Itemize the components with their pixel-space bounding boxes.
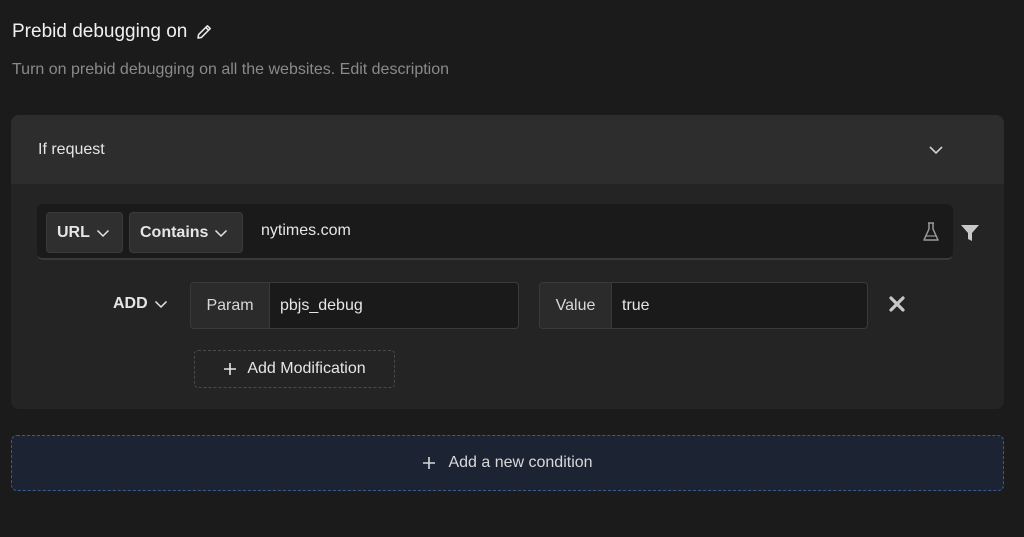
filter-icon[interactable] bbox=[960, 224, 980, 243]
value-input[interactable] bbox=[612, 283, 867, 328]
url-selector[interactable]: URL bbox=[46, 212, 123, 253]
close-icon[interactable] bbox=[887, 294, 907, 314]
url-value-input[interactable]: nytimes.com bbox=[261, 222, 351, 240]
param-input[interactable] bbox=[270, 283, 518, 328]
rule-title-row: Prebid debugging on bbox=[12, 21, 213, 43]
beaker-icon[interactable] bbox=[921, 221, 941, 243]
plus-icon bbox=[224, 363, 237, 375]
value-label: Value bbox=[540, 283, 612, 328]
chevron-down-icon bbox=[215, 229, 228, 237]
add-condition-label: Add a new condition bbox=[448, 454, 593, 471]
action-selector-label: ADD bbox=[113, 295, 148, 312]
modification-row: ADD Param Value bbox=[11, 282, 1004, 330]
chevron-down-icon bbox=[154, 300, 167, 309]
operator-selector-label: Contains bbox=[140, 223, 209, 241]
param-label: Param bbox=[191, 283, 270, 328]
chevron-down-icon[interactable] bbox=[928, 142, 944, 158]
value-field: Value bbox=[539, 282, 868, 329]
condition-header-label: If request bbox=[38, 140, 105, 158]
pencil-icon[interactable] bbox=[195, 23, 213, 41]
add-modification-label: Add Modification bbox=[247, 360, 366, 377]
condition-card-header[interactable]: If request bbox=[11, 115, 1004, 184]
operator-selector[interactable]: Contains bbox=[129, 212, 243, 253]
add-condition-button[interactable]: Add a new condition bbox=[11, 435, 1004, 491]
rule-description-row: Turn on prebid debugging on all the webs… bbox=[12, 61, 449, 79]
edit-description-link[interactable]: Edit description bbox=[340, 61, 449, 78]
add-modification-button[interactable]: Add Modification bbox=[194, 350, 395, 388]
url-selector-label: URL bbox=[57, 223, 90, 241]
plus-icon bbox=[423, 457, 436, 469]
action-selector[interactable]: ADD bbox=[113, 295, 168, 313]
rule-description: Turn on prebid debugging on all the webs… bbox=[12, 61, 336, 78]
rule-title: Prebid debugging on bbox=[12, 21, 188, 42]
chevron-down-icon bbox=[96, 229, 109, 237]
source-condition-row: URL Contains nytimes.com bbox=[37, 204, 953, 260]
condition-card: If request URL Contains nytimes.com ADD … bbox=[11, 115, 1004, 409]
rule-editor: Prebid debugging on Turn on prebid debug… bbox=[0, 0, 1024, 537]
param-field: Param bbox=[190, 282, 519, 329]
